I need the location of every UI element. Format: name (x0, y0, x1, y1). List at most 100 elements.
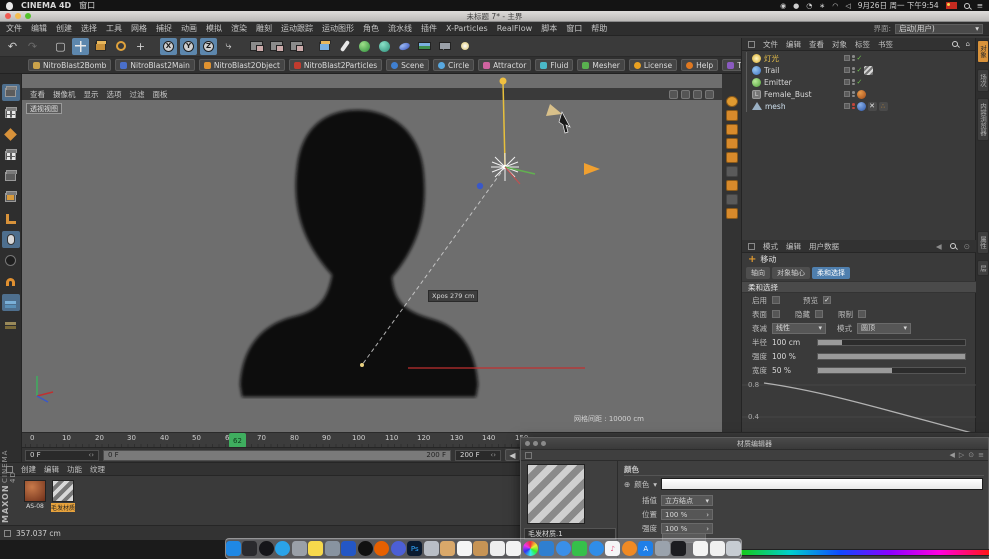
plugin-help[interactable]: Help (681, 59, 718, 71)
add-light-button[interactable] (456, 38, 473, 55)
menu-xparticles[interactable]: X-Particles (446, 24, 488, 33)
spotlight-icon[interactable] (964, 3, 970, 9)
menu-select[interactable]: 选择 (81, 23, 97, 34)
material-thumbnail-as08[interactable] (24, 480, 46, 502)
move-tool[interactable] (72, 38, 89, 55)
layer-box[interactable] (844, 55, 850, 61)
stickies-icon[interactable] (308, 541, 323, 556)
perspective-viewport[interactable]: 查看 摄像机 显示 选项 过滤 面板 透视视图 (22, 74, 722, 432)
strip-icon-2[interactable] (726, 124, 738, 135)
strip-icon-4[interactable] (726, 152, 738, 163)
layer-box[interactable] (844, 79, 850, 85)
photoshop-icon[interactable]: Ps (407, 541, 422, 556)
enable-checkbox[interactable] (772, 296, 780, 304)
phong-tag-icon[interactable] (857, 102, 866, 111)
itunes-icon[interactable]: ♪ (605, 541, 620, 556)
material-name-selected[interactable]: 毛发材质 (51, 503, 75, 512)
safari-icon[interactable] (589, 541, 604, 556)
enable-snap-button[interactable] (2, 273, 20, 290)
lock-y-axis-button[interactable]: Y (180, 38, 197, 55)
object-row-emitter[interactable]: Emitter ✓ (742, 76, 974, 88)
scale-tool[interactable] (92, 38, 109, 55)
tab-attributes[interactable]: 属性 (977, 231, 989, 254)
history-back-icon[interactable]: ◀ (936, 242, 942, 251)
strip-icon-8[interactable] (726, 208, 738, 219)
om-home-icon[interactable]: ⌂ (966, 40, 970, 48)
lock-workplane-button[interactable] (2, 294, 20, 311)
add-environment-button[interactable] (416, 38, 433, 55)
mode-dropdown[interactable]: 圆顶▾ (857, 323, 911, 334)
tab-takes[interactable]: 场次 (977, 69, 989, 92)
tab-axis[interactable]: 轴向 (746, 267, 770, 279)
lock-x-axis-button[interactable]: X (160, 38, 177, 55)
radius-value[interactable]: 100 cm (772, 338, 812, 347)
cloud-app-icon[interactable] (556, 541, 571, 556)
menu-character[interactable]: 角色 (363, 23, 379, 34)
receipt-document-icon[interactable] (710, 541, 725, 556)
volume-icon[interactable]: ◁ (845, 2, 850, 10)
color-gradient-bar[interactable] (661, 478, 983, 490)
object-row-light[interactable]: 灯光 ✓ (742, 52, 974, 64)
menu-realflow[interactable]: RealFlow (497, 24, 533, 33)
finder-icon[interactable] (226, 541, 241, 556)
material-editor-titlebar[interactable]: 材质编辑器 (521, 438, 988, 450)
om-menu-file[interactable]: 文件 (763, 39, 778, 50)
plugin-nitroblast2object[interactable]: NitroBlast2Object (199, 59, 285, 71)
last-tool[interactable]: + (132, 38, 149, 55)
texture-tag-icon[interactable] (857, 90, 866, 99)
preview-icon[interactable] (424, 541, 439, 556)
rotate-tool[interactable] (112, 38, 129, 55)
render-settings-button[interactable] (288, 38, 305, 55)
material-preview[interactable] (527, 464, 585, 524)
interpolation-dropdown[interactable]: 立方结点▾ (661, 495, 713, 506)
add-generator-button[interactable] (356, 38, 373, 55)
orange-app-icon[interactable] (622, 541, 637, 556)
menu-window[interactable]: 窗口 (566, 23, 582, 34)
add-camera-button[interactable] (436, 38, 453, 55)
timeline-playhead[interactable]: 62 (229, 433, 246, 448)
surface-checkbox[interactable] (772, 310, 780, 318)
tab-objects[interactable]: 对象 (977, 40, 989, 63)
menubar-clock[interactable]: 9月26日 周一 下午9:54 (858, 0, 939, 11)
coordinate-value[interactable]: 357.037 cm (16, 529, 61, 538)
snap-settings-button[interactable] (2, 252, 20, 269)
xpresso-tag-icon[interactable]: ✕ (868, 102, 877, 111)
planar-workplane-button[interactable] (2, 315, 20, 332)
menu-motion-tracker[interactable]: 运动跟踪 (281, 23, 313, 34)
plugin-mesher[interactable]: Mesher (577, 59, 624, 71)
menu-create[interactable]: 创建 (56, 23, 72, 34)
photos-icon[interactable] (292, 541, 307, 556)
plugin-nitroblast2main[interactable]: NitroBlast2Main (115, 59, 195, 71)
input-language-flag-icon[interactable] (946, 2, 957, 9)
mat-menu-texture[interactable]: 纹理 (90, 464, 105, 475)
colorsync-icon[interactable] (523, 541, 538, 556)
end-frame-field[interactable]: 200 F‹› (455, 450, 501, 461)
undo-button[interactable]: ↶ (4, 38, 21, 55)
tweak-mode-button[interactable] (2, 231, 20, 248)
om-search-icon[interactable] (952, 41, 958, 47)
menu-animate[interactable]: 动画 (181, 23, 197, 34)
render-view-button[interactable] (248, 38, 265, 55)
macos-app-name[interactable]: CINEMA 4D (21, 1, 71, 10)
lock-icon[interactable]: ⊙ (964, 242, 970, 251)
add-field-button[interactable] (396, 38, 413, 55)
trash-icon[interactable] (726, 541, 741, 556)
layer-box[interactable] (844, 103, 850, 109)
document2-icon[interactable] (506, 541, 521, 556)
om-menu-view[interactable]: 查看 (809, 39, 824, 50)
chevron-down-icon[interactable]: ▾ (653, 480, 657, 489)
preview-checkbox[interactable]: ✓ (823, 296, 831, 304)
attr-menu-userdata[interactable]: 用户数据 (809, 241, 839, 252)
tab-layers[interactable]: 层 (977, 260, 989, 277)
color-section-header[interactable]: 颜色 (624, 464, 984, 476)
visibility-dots[interactable] (852, 91, 855, 97)
qq-icon[interactable] (358, 541, 373, 556)
selection-tag-icon[interactable]: ∴ (879, 102, 888, 111)
interface-dropdown[interactable]: 启动(用户) ▾ (895, 24, 983, 34)
menu-help[interactable]: 帮助 (591, 23, 607, 34)
enabled-check-icon[interactable]: ✓ (857, 54, 863, 62)
status-dot-icon[interactable]: ● (793, 2, 799, 10)
enabled-check-icon[interactable]: ✓ (857, 66, 863, 74)
frame-range-slider[interactable]: 0 F 200 F (103, 450, 451, 461)
menu-file[interactable]: 文件 (6, 23, 22, 34)
